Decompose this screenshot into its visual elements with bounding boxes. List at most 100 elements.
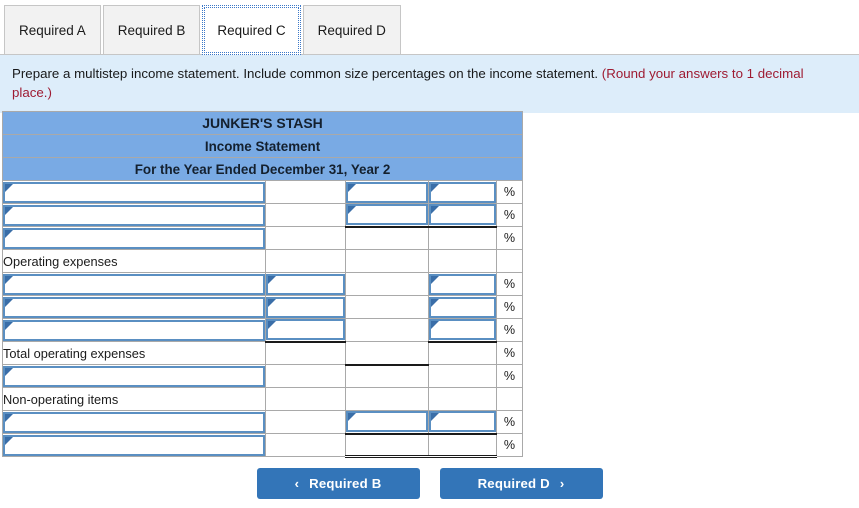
cell-amount-subtotal-empty bbox=[345, 433, 429, 458]
cell-amount-detail-empty bbox=[265, 180, 346, 204]
percent-symbol: % bbox=[503, 415, 516, 429]
percent-symbol-cell bbox=[495, 249, 524, 273]
table-row: Total operating expenses% bbox=[2, 341, 524, 366]
cell-account-label[interactable] bbox=[2, 272, 266, 296]
cell-amount-detail-empty bbox=[265, 249, 346, 273]
amount-total-input-box[interactable] bbox=[429, 411, 496, 433]
cell-amount-detail[interactable] bbox=[265, 272, 346, 296]
company-name: JUNKER'S STASH bbox=[1, 111, 524, 135]
amount-total-input-box[interactable] bbox=[429, 273, 496, 295]
account-label-input-box[interactable] bbox=[3, 227, 265, 249]
amount-subtotal-input[interactable] bbox=[348, 413, 426, 431]
tab-required-a[interactable]: Required A bbox=[4, 5, 101, 54]
percent-symbol: % bbox=[503, 346, 516, 360]
cell-account-label[interactable] bbox=[2, 433, 266, 457]
cell-amount-subtotal-empty bbox=[345, 318, 429, 342]
amount-detail-input-box[interactable] bbox=[266, 296, 345, 318]
cell-amount-detail[interactable] bbox=[265, 295, 346, 319]
table-row: % bbox=[2, 433, 524, 458]
percent-symbol-cell: % bbox=[495, 272, 524, 296]
percent-symbol-cell: % bbox=[495, 433, 524, 457]
cell-amount-detail[interactable] bbox=[265, 318, 346, 343]
account-label-input[interactable] bbox=[5, 298, 263, 316]
cell-amount-total-empty bbox=[428, 433, 497, 458]
account-label-input-box[interactable] bbox=[3, 411, 265, 433]
account-label-input-box[interactable] bbox=[3, 181, 265, 203]
account-label-input-box[interactable] bbox=[3, 273, 265, 295]
cell-amount-subtotal[interactable] bbox=[345, 180, 429, 204]
amount-subtotal-input[interactable] bbox=[348, 206, 426, 224]
cell-amount-total[interactable] bbox=[428, 203, 497, 228]
account-label-input[interactable] bbox=[5, 367, 263, 385]
account-label-input[interactable] bbox=[5, 321, 263, 339]
amount-total-input-box[interactable] bbox=[429, 204, 496, 226]
account-label-input[interactable] bbox=[5, 183, 263, 201]
account-label-input[interactable] bbox=[5, 206, 263, 224]
amount-total-input[interactable] bbox=[431, 206, 494, 224]
cell-amount-total[interactable] bbox=[428, 272, 497, 296]
cell-account-label[interactable] bbox=[2, 203, 266, 227]
amount-detail-input[interactable] bbox=[268, 275, 343, 293]
account-label-input-box[interactable] bbox=[3, 296, 265, 318]
percent-symbol-cell: % bbox=[495, 226, 524, 250]
cell-account-label[interactable] bbox=[2, 364, 266, 388]
amount-total-input[interactable] bbox=[431, 275, 494, 293]
account-label-input[interactable] bbox=[5, 413, 263, 431]
cell-account-label[interactable] bbox=[2, 410, 266, 434]
statement-title: Income Statement bbox=[1, 134, 524, 158]
amount-subtotal-input-box[interactable] bbox=[346, 181, 428, 203]
table-row: % bbox=[2, 226, 524, 250]
cell-amount-total[interactable] bbox=[428, 180, 497, 204]
cell-account-label[interactable] bbox=[2, 226, 266, 250]
amount-total-input[interactable] bbox=[431, 321, 494, 339]
account-label-input[interactable] bbox=[5, 229, 263, 247]
next-requirement-button[interactable]: Required D › bbox=[439, 468, 603, 499]
prev-requirement-label: Required B bbox=[309, 476, 382, 491]
account-label-static: Non-operating items bbox=[2, 387, 266, 411]
income-statement-table: JUNKER'S STASH Income Statement For the … bbox=[1, 111, 524, 458]
cell-amount-subtotal[interactable] bbox=[345, 410, 429, 435]
amount-total-input-box[interactable] bbox=[429, 181, 496, 203]
amount-total-input-box[interactable] bbox=[429, 296, 496, 318]
cell-account-label[interactable] bbox=[2, 295, 266, 319]
amount-detail-input-box[interactable] bbox=[266, 319, 345, 341]
cell-amount-total-empty bbox=[428, 249, 497, 273]
cell-amount-total[interactable] bbox=[428, 295, 497, 319]
amount-total-input[interactable] bbox=[431, 298, 494, 316]
tab-label: Required D bbox=[317, 22, 386, 38]
account-label-text: Total operating expenses bbox=[3, 345, 146, 361]
tab-required-c[interactable]: Required C bbox=[202, 5, 301, 55]
cell-amount-total[interactable] bbox=[428, 410, 497, 435]
account-label-input[interactable] bbox=[5, 275, 263, 293]
amount-subtotal-input[interactable] bbox=[348, 183, 426, 201]
tab-required-d[interactable]: Required D bbox=[302, 5, 401, 54]
statement-period: For the Year Ended December 31, Year 2 bbox=[1, 157, 524, 181]
amount-total-input[interactable] bbox=[431, 183, 494, 201]
cell-amount-total[interactable] bbox=[428, 318, 497, 343]
cell-account-label[interactable] bbox=[2, 180, 266, 204]
percent-symbol-cell: % bbox=[495, 180, 524, 204]
account-label-input-box[interactable] bbox=[3, 434, 265, 456]
percent-symbol-cell: % bbox=[495, 318, 524, 342]
prev-requirement-button[interactable]: ‹ Required B bbox=[256, 468, 420, 499]
amount-detail-input[interactable] bbox=[268, 321, 343, 339]
table-row: % bbox=[2, 410, 524, 435]
amount-total-input[interactable] bbox=[431, 413, 494, 431]
account-label-text: Operating expenses bbox=[3, 253, 118, 269]
amount-detail-input-box[interactable] bbox=[266, 273, 345, 295]
cell-account-label[interactable] bbox=[2, 318, 266, 342]
percent-symbol: % bbox=[503, 438, 516, 452]
amount-total-input-box[interactable] bbox=[429, 319, 496, 341]
account-label-input-box[interactable] bbox=[3, 319, 265, 341]
cell-amount-detail-empty bbox=[265, 387, 346, 411]
account-label-input[interactable] bbox=[5, 436, 263, 454]
cell-amount-subtotal[interactable] bbox=[345, 203, 429, 228]
amount-subtotal-input-box[interactable] bbox=[346, 204, 428, 226]
tab-required-b[interactable]: Required B bbox=[102, 5, 201, 54]
account-label-input-box[interactable] bbox=[3, 204, 265, 226]
amount-subtotal-input-box[interactable] bbox=[346, 411, 428, 433]
statement-header-company: JUNKER'S STASH bbox=[1, 111, 524, 135]
amount-detail-input[interactable] bbox=[268, 298, 343, 316]
account-label-input-box[interactable] bbox=[3, 365, 265, 387]
cell-amount-detail-empty bbox=[265, 364, 346, 388]
